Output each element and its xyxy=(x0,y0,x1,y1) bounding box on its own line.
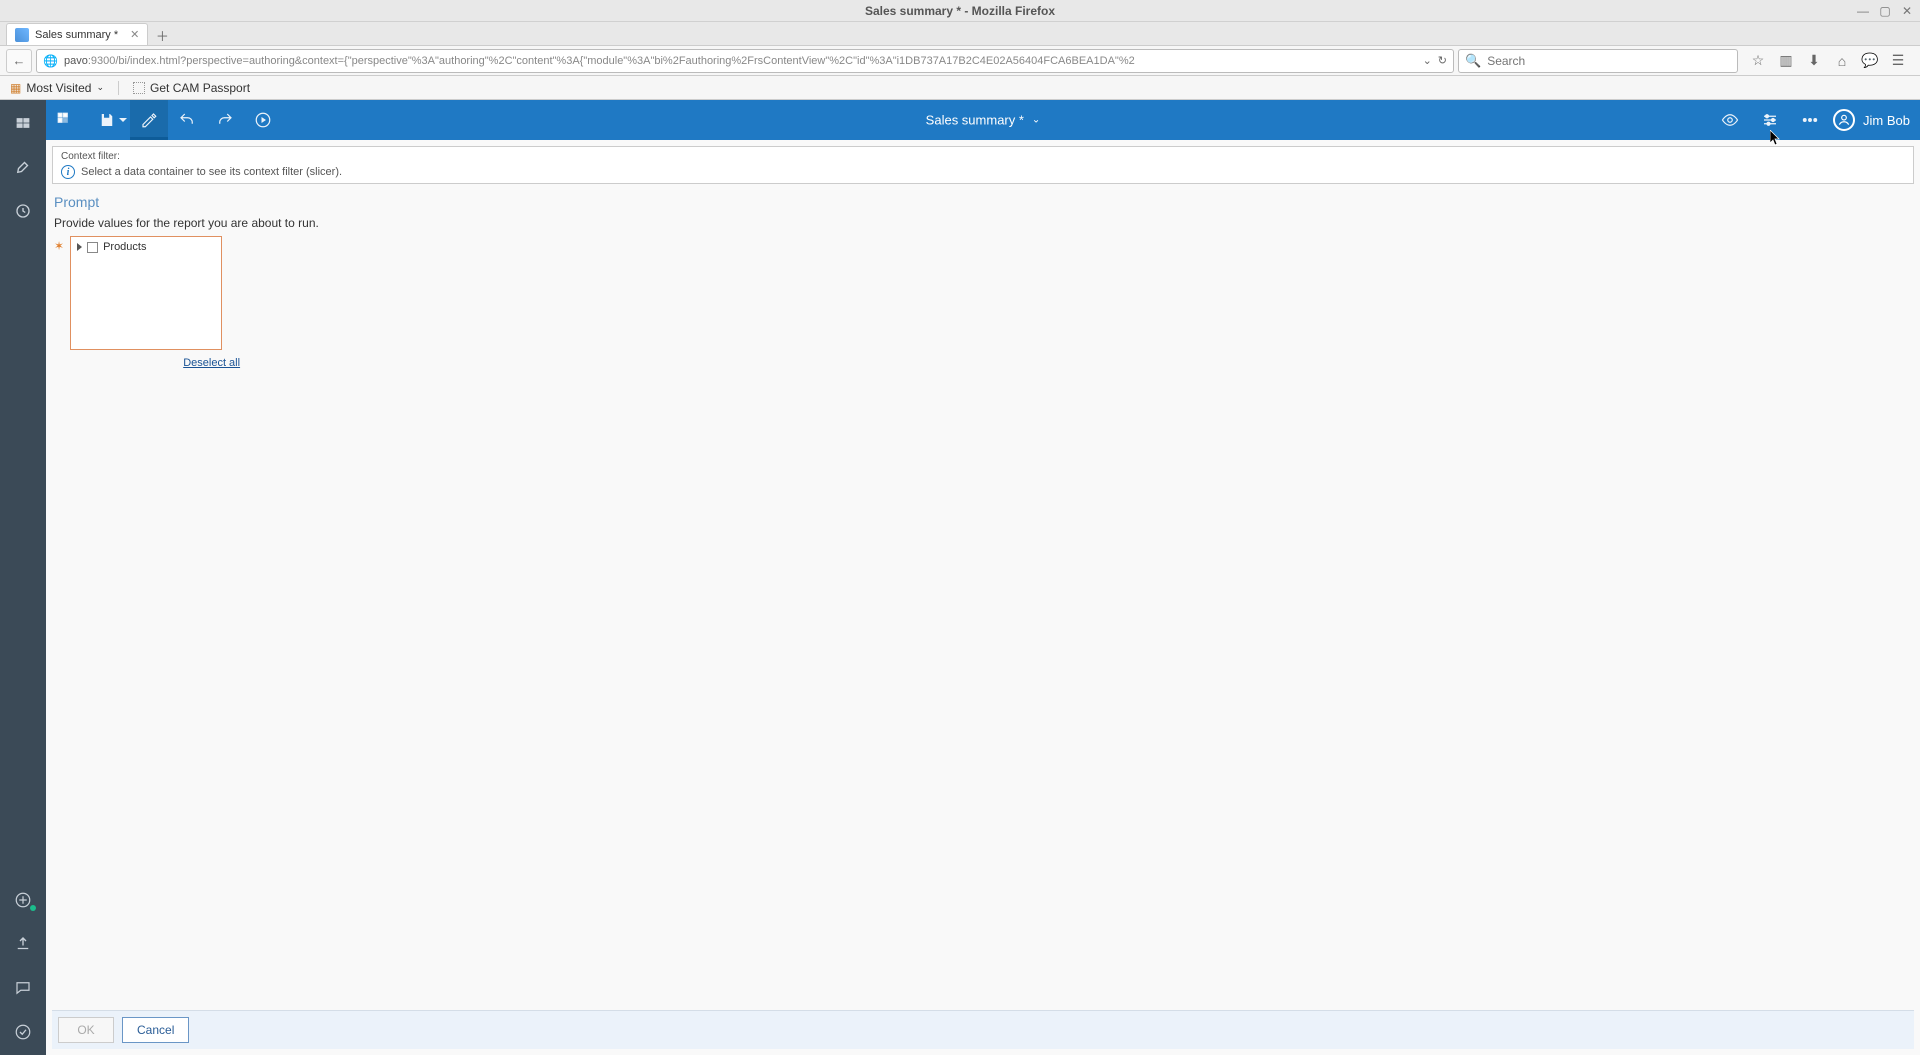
avatar-icon xyxy=(1833,109,1855,131)
bookmark-label: Get CAM Passport xyxy=(150,81,250,95)
left-rail xyxy=(0,100,46,1055)
ok-button[interactable]: OK xyxy=(58,1017,114,1043)
document-title-dropdown[interactable]: Sales summary * ⌄ xyxy=(926,113,1041,128)
messages-icon[interactable]: 💬 xyxy=(1860,51,1880,71)
page-icon xyxy=(133,82,145,94)
search-icon: 🔍 xyxy=(1465,53,1481,69)
tab-close-icon[interactable]: ✕ xyxy=(124,28,139,41)
chevron-down-icon: ⌄ xyxy=(96,82,104,93)
undo-button[interactable] xyxy=(168,100,206,140)
bookmark-label: Most Visited xyxy=(26,81,91,95)
deselect-all-link[interactable]: Deselect all xyxy=(183,357,240,369)
home-icon[interactable]: ⌂ xyxy=(1832,51,1852,71)
context-filter-message: Select a data container to see its conte… xyxy=(81,166,342,178)
separator xyxy=(118,81,119,95)
search-input[interactable] xyxy=(1487,54,1731,68)
rail-toolbox-icon[interactable] xyxy=(8,152,38,182)
prompt-heading: Prompt xyxy=(54,194,1912,210)
user-menu[interactable]: Jim Bob xyxy=(1833,109,1910,131)
document-title: Sales summary * xyxy=(926,113,1024,128)
redo-button[interactable] xyxy=(206,100,244,140)
os-titlebar: Sales summary * - Mozilla Firefox — ▢ ✕ xyxy=(0,0,1920,22)
more-icon[interactable] xyxy=(1793,100,1827,140)
window-title: Sales summary * - Mozilla Firefox xyxy=(865,4,1055,18)
url-text: pavo:9300/bi/index.html?perspective=auth… xyxy=(64,55,1417,67)
rail-chat-icon[interactable] xyxy=(8,973,38,1003)
search-bar[interactable]: 🔍 xyxy=(1458,49,1738,73)
prompt-section: Prompt Provide values for the report you… xyxy=(52,188,1914,1049)
library-icon[interactable]: ▥ xyxy=(1776,51,1796,71)
tab-title: Sales summary * xyxy=(35,29,118,41)
mouse-cursor xyxy=(1770,130,1782,146)
downloads-icon[interactable]: ⬇ xyxy=(1804,51,1824,71)
hamburger-menu-icon[interactable]: ☰ xyxy=(1888,51,1908,71)
bookmark-star-icon[interactable]: ☆ xyxy=(1748,51,1768,71)
back-button[interactable]: ← xyxy=(6,49,32,73)
checkbox[interactable] xyxy=(87,242,98,253)
prompt-tree[interactable]: Products xyxy=(70,236,222,350)
tree-item-label: Products xyxy=(103,241,146,253)
content-area: Context filter: i Select a data containe… xyxy=(46,140,1920,1055)
rail-add-icon[interactable] xyxy=(8,885,38,915)
expand-caret-icon[interactable] xyxy=(77,243,82,251)
app-container: Sales summary * ⌄ Jim Bob xyxy=(0,100,1920,1055)
window-close-button[interactable]: ✕ xyxy=(1900,4,1914,18)
user-name: Jim Bob xyxy=(1863,113,1910,128)
prompt-button-bar: OK Cancel xyxy=(52,1010,1914,1049)
firefox-tab-bar: Sales summary * ✕ ＋ xyxy=(0,22,1920,46)
rail-upload-icon[interactable] xyxy=(8,929,38,959)
url-bar[interactable]: 🌐 pavo:9300/bi/index.html?perspective=au… xyxy=(36,49,1454,73)
context-filter-label: Context filter: xyxy=(61,151,1905,162)
app-switcher-icon[interactable] xyxy=(46,100,84,140)
firefox-bookmarks-bar: ▦ Most Visited ⌄ Get CAM Passport xyxy=(0,76,1920,100)
edit-button[interactable] xyxy=(130,100,168,140)
reload-icon[interactable]: ↻ xyxy=(1438,54,1447,67)
url-dropdown-icon[interactable]: ⌄ xyxy=(1423,54,1432,67)
bookmark-most-visited[interactable]: ▦ Most Visited ⌄ xyxy=(10,81,104,95)
folder-icon: ▦ xyxy=(10,81,21,95)
tree-item-products[interactable]: Products xyxy=(77,241,215,253)
firefox-nav-toolbar: ← 🌐 pavo:9300/bi/index.html?perspective=… xyxy=(0,46,1920,76)
required-indicator: ✶ xyxy=(54,240,64,252)
info-icon: i xyxy=(61,165,75,179)
tab-favicon xyxy=(15,28,29,42)
prompt-instruction: Provide values for the report you are ab… xyxy=(54,216,1912,230)
preview-icon[interactable] xyxy=(1713,100,1747,140)
new-tab-button[interactable]: ＋ xyxy=(152,25,172,45)
save-button[interactable] xyxy=(84,100,130,140)
bookmark-get-cam[interactable]: Get CAM Passport xyxy=(133,81,250,95)
cancel-button[interactable]: Cancel xyxy=(122,1017,189,1043)
run-button[interactable] xyxy=(244,100,282,140)
browser-tab[interactable]: Sales summary * ✕ xyxy=(6,23,148,45)
chevron-down-icon: ⌄ xyxy=(1032,115,1040,126)
window-minimize-button[interactable]: — xyxy=(1856,4,1870,18)
identity-globe-icon: 🌐 xyxy=(43,54,58,68)
chevron-down-icon xyxy=(119,118,127,122)
rail-pages-icon[interactable] xyxy=(8,196,38,226)
app-toolbar: Sales summary * ⌄ Jim Bob xyxy=(46,100,1920,140)
window-maximize-button[interactable]: ▢ xyxy=(1878,4,1892,18)
context-filter-panel: Context filter: i Select a data containe… xyxy=(52,146,1914,184)
rail-check-icon[interactable] xyxy=(8,1017,38,1047)
rail-data-icon[interactable] xyxy=(8,108,38,138)
